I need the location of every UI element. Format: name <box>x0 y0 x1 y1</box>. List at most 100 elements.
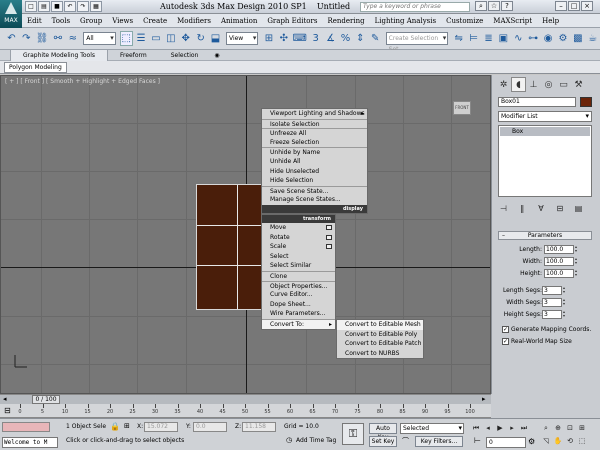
key-mode-toggle-icon[interactable]: ⊢ <box>474 436 481 445</box>
quad-item-unhide-all[interactable]: Unhide All <box>262 157 367 167</box>
generate-mapping-coords-checkbox[interactable]: ✓ Generate Mapping Coords. <box>502 325 597 335</box>
x-coordinate-field[interactable]: 15.072 <box>144 422 178 432</box>
edit-named-selection-icon[interactable]: ✎ <box>369 31 382 46</box>
quad-item-dope-sheet[interactable]: Dope Sheet... <box>262 300 335 310</box>
height-input[interactable]: 100.0 <box>544 269 574 278</box>
quad-item-viewport-lighting[interactable]: Viewport Lighting and Shadows ▸ <box>262 109 367 119</box>
lock-selection-icon[interactable]: 🔒 <box>110 422 120 431</box>
create-tab-icon[interactable]: ✲ <box>496 77 511 92</box>
length-input[interactable]: 100.0 <box>544 245 574 254</box>
undo-icon[interactable]: ↶ <box>64 1 76 12</box>
open-icon[interactable]: ▤ <box>38 1 50 12</box>
quad-item-hide-unselected[interactable]: Hide Unselected <box>262 167 367 177</box>
field-of-view-icon[interactable]: ◹ <box>540 436 552 447</box>
move-icon[interactable]: ✥ <box>179 31 192 46</box>
info-icon[interactable]: ☆ <box>488 1 500 11</box>
width-segs-spinner[interactable]: ▴ ▾ <box>563 298 568 307</box>
set-key-button[interactable]: Set Key <box>369 436 397 447</box>
motion-tab-icon[interactable]: ◎ <box>541 77 556 92</box>
quad-item-manage-scene-states[interactable]: Manage Scene States... <box>262 195 367 205</box>
layer-manager-icon[interactable]: ≣ <box>482 31 495 46</box>
select-by-name-icon[interactable]: ☰ <box>135 31 148 46</box>
scale-icon[interactable]: ⬓ <box>209 31 222 46</box>
menu-customize[interactable]: Customize <box>441 14 488 28</box>
undo-icon[interactable]: ↶ <box>5 31 18 46</box>
maximize-viewport-icon[interactable]: ⬚ <box>576 436 588 447</box>
quad-item-select-similar[interactable]: Select Similar <box>262 261 335 271</box>
maxscript-listener-field[interactable] <box>2 422 50 432</box>
time-configuration-icon[interactable]: ⚙ <box>528 437 535 446</box>
percent-snap-icon[interactable]: % <box>339 31 352 46</box>
width-segs-input[interactable]: 3 <box>542 298 562 307</box>
project-icon[interactable]: ▦ <box>90 1 102 12</box>
quad-item-freeze-selection[interactable]: Freeze Selection <box>262 138 367 148</box>
key-filters-button[interactable]: Key Filters... <box>415 436 463 447</box>
unlink-icon[interactable]: ⚯ <box>51 31 64 46</box>
parameters-rollout-header[interactable]: – Parameters <box>498 231 592 240</box>
graphite-toggle-icon[interactable]: ▣ <box>497 31 510 46</box>
display-tab-icon[interactable]: ▭ <box>556 77 571 92</box>
modifier-list-dropdown[interactable]: Modifier List <box>498 111 592 122</box>
go-to-start-icon[interactable]: ⏮ <box>470 423 482 434</box>
search-input[interactable]: Type a keyword or phrase <box>360 2 470 12</box>
object-name-field[interactable]: Box01 <box>498 97 576 107</box>
render-icon[interactable]: ☕ <box>586 31 599 46</box>
menu-rendering[interactable]: Rendering <box>322 14 369 28</box>
pivot-center-icon[interactable]: ⊞ <box>262 31 275 46</box>
selection-filter-dropdown[interactable]: All <box>83 32 116 45</box>
submenu-item-nurbs[interactable]: Convert to NURBS <box>337 349 423 359</box>
tab-graphite-modeling-tools[interactable]: Graphite Modeling Tools <box>10 49 109 61</box>
select-object-icon[interactable]: ⬚ <box>119 31 133 46</box>
align-icon[interactable]: ⊨ <box>467 31 480 46</box>
pin-stack-icon[interactable]: ⊣ <box>498 203 509 214</box>
search-icon[interactable]: ⌕ <box>475 1 487 11</box>
object-color-swatch[interactable] <box>580 97 592 107</box>
stack-item-box[interactable]: Box <box>500 127 590 136</box>
help-icon[interactable]: ? <box>501 1 513 11</box>
quad-item-clone[interactable]: Clone <box>262 270 335 281</box>
menu-edit[interactable]: Edit <box>22 14 47 28</box>
play-icon[interactable]: ▶ <box>494 423 506 434</box>
redo-icon[interactable]: ↷ <box>20 31 33 46</box>
menu-views[interactable]: Views <box>107 14 138 28</box>
save-icon[interactable]: ■ <box>51 1 63 12</box>
add-time-tag[interactable]: Add Time Tag <box>296 436 336 446</box>
height-segs-spinner[interactable]: ▴ ▾ <box>563 310 568 319</box>
auto-key-button[interactable]: Auto Key <box>369 423 397 441</box>
app-logo-button[interactable]: MAX <box>0 0 22 28</box>
time-slider-next-icon[interactable]: ▸ <box>482 395 486 403</box>
quad-item-save-scene-state[interactable]: Save Scene State... <box>262 185 367 196</box>
curve-editor-icon[interactable]: ∿ <box>512 31 525 46</box>
modify-tab-icon[interactable]: ◖ <box>511 77 526 92</box>
modifier-stack[interactable]: Box <box>498 125 592 197</box>
submenu-item-editable-poly[interactable]: Convert to Editable Poly <box>337 330 423 340</box>
viewport-label[interactable]: [ + ] [ Front ] [ Smooth + Highlight + E… <box>5 78 160 85</box>
mirror-icon[interactable]: ⇋ <box>452 31 465 46</box>
next-frame-icon[interactable]: ▸ <box>506 423 518 434</box>
close-button[interactable]: × <box>581 1 593 11</box>
schematic-view-icon[interactable]: ⊶ <box>527 31 540 46</box>
quad-item-wire-parameters[interactable]: Wire Parameters... <box>262 309 335 319</box>
current-frame-field[interactable]: 0 <box>486 437 526 448</box>
menu-group[interactable]: Group <box>75 14 107 28</box>
track-bar[interactable]: ⊟ 0 5 10 15 20 25 30 35 40 45 50 55 60 65 70 75 80 85 90 95… <box>0 404 491 418</box>
menu-graph-editors[interactable]: Graph Editors <box>262 14 322 28</box>
configure-modifier-sets-icon[interactable]: ▤ <box>573 203 584 214</box>
pan-icon[interactable]: ✋ <box>552 436 564 447</box>
rotate-icon[interactable]: ↻ <box>194 31 207 46</box>
maximize-button[interactable]: □ <box>568 1 580 11</box>
angle-snap-icon[interactable]: ∡ <box>324 31 337 46</box>
new-icon[interactable]: □ <box>25 1 37 12</box>
select-manipulate-icon[interactable]: ✣ <box>277 31 290 46</box>
real-world-map-size-checkbox[interactable]: ✓ Real-World Map Size <box>502 337 597 347</box>
length-spinner[interactable]: ▴ ▾ <box>575 245 580 254</box>
keyboard-shortcut-override-icon[interactable]: ⌨ <box>292 31 307 46</box>
hierarchy-tab-icon[interactable]: ⊥ <box>526 77 541 92</box>
maxscript-mini-listener[interactable]: Welcome to M <box>2 437 58 448</box>
tab-freeform[interactable]: Freeform <box>108 50 159 61</box>
quad-item-hide-selection[interactable]: Hide Selection <box>262 176 367 186</box>
zoom-extents-all-icon[interactable]: ⊞ <box>576 423 588 434</box>
menu-tools[interactable]: Tools <box>47 14 75 28</box>
submenu-item-editable-mesh[interactable]: Convert to Editable Mesh <box>337 320 423 330</box>
polygon-modeling-tab[interactable]: Polygon Modeling <box>4 62 67 73</box>
